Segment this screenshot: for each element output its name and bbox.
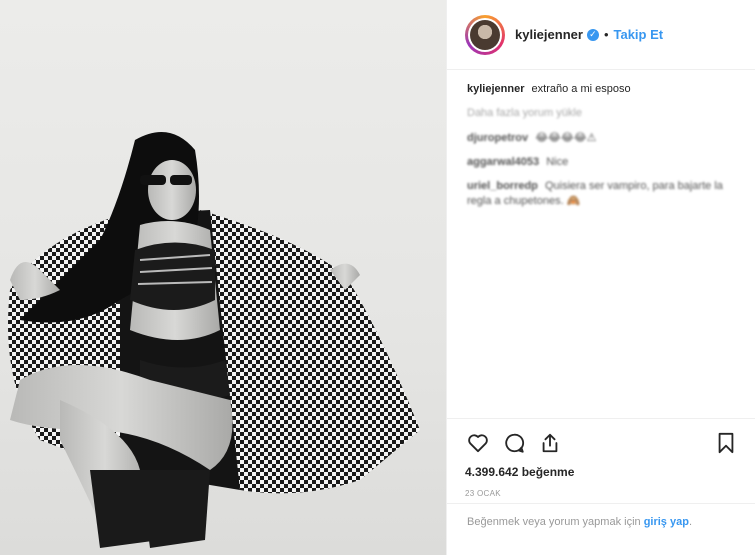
caption-author[interactable]: kyliejenner xyxy=(467,83,524,95)
comment-author[interactable]: uriel_borredp xyxy=(467,180,538,192)
comment-text: Nice xyxy=(546,156,569,168)
comment-text: 😂😂😂😂⚠ xyxy=(535,132,597,144)
verified-badge-icon: ✓ xyxy=(586,28,599,41)
login-prompt: Beğenmek veya yorum yapmak için giriş ya… xyxy=(447,503,755,530)
login-prompt-text: Beğenmek veya yorum yapmak için xyxy=(467,516,644,528)
post-sidebar: kyliejenner ✓ • Takip Et kyliejenner ext… xyxy=(446,0,755,555)
comment-icon[interactable] xyxy=(501,430,527,456)
avatar[interactable] xyxy=(465,14,505,55)
post-header: kyliejenner ✓ • Takip Et xyxy=(447,0,755,70)
comment-item: uriel_borredp Quisiera ser vampiro, para… xyxy=(467,179,737,209)
caption-text: extraño a mi esposo xyxy=(531,83,631,95)
share-icon[interactable] xyxy=(537,430,563,456)
follow-button[interactable]: Takip Et xyxy=(614,27,664,42)
login-link[interactable]: giriş yap xyxy=(644,516,689,528)
action-icons xyxy=(465,429,739,457)
photo-illustration xyxy=(8,132,420,548)
comment-list: kyliejenner extraño a mi esposo Daha faz… xyxy=(447,70,755,209)
caption: kyliejenner extraño a mi esposo xyxy=(467,82,737,97)
avatar-image xyxy=(470,19,500,50)
avatar-ring xyxy=(468,17,502,52)
comment-author[interactable]: aggarwal4053 xyxy=(467,156,539,168)
comment-item: djuropetrov 😂😂😂😂⚠ xyxy=(467,131,737,146)
bookmark-icon[interactable] xyxy=(713,430,739,456)
load-more-comments-link[interactable]: Daha fazla yorum yükle xyxy=(467,106,737,121)
comment-author[interactable]: djuropetrov xyxy=(467,132,528,144)
instagram-post: kyliejenner ✓ • Takip Et kyliejenner ext… xyxy=(0,0,755,555)
comment-item: aggarwal4053 Nice xyxy=(467,155,737,170)
username-link[interactable]: kyliejenner xyxy=(515,27,583,42)
login-prompt-suffix: . xyxy=(688,516,692,528)
action-bar: 4.399.642 beğenme 23 OCAK xyxy=(447,418,755,498)
like-count[interactable]: 4.399.642 beğenme xyxy=(465,465,739,479)
heart-icon[interactable] xyxy=(465,430,491,456)
post-date: 23 OCAK xyxy=(465,489,501,498)
header-separator: • xyxy=(603,27,609,42)
post-photo[interactable] xyxy=(0,0,446,555)
